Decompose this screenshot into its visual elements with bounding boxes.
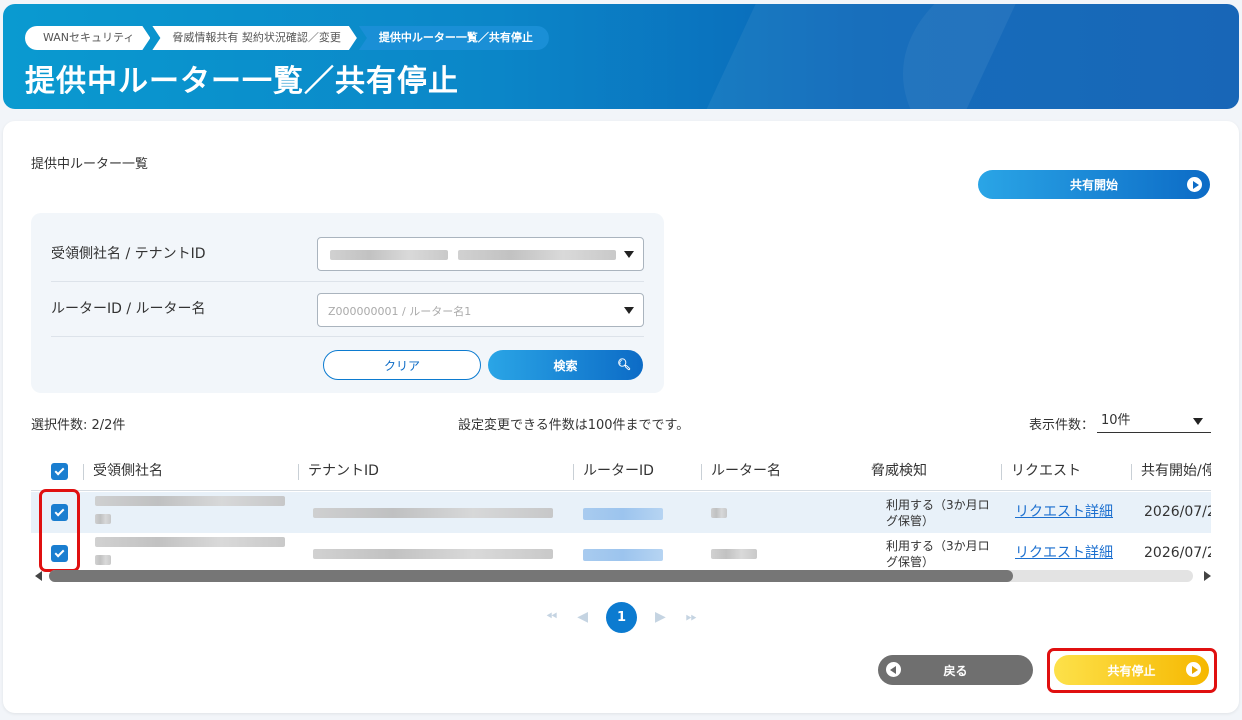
checkbox-highlight <box>39 489 80 572</box>
table-header: 受領側社名 テナントID ルーターID ルーター名 脅威検知 リクエスト 共有開… <box>31 452 1211 491</box>
select-all-checkbox[interactable] <box>51 463 68 480</box>
breadcrumb: WANセキュリティ 脅威情報共有 契約状況確認／変更 提供中ルーター一覧／共有停… <box>25 26 551 50</box>
first-page-icon[interactable]: ⏪︎ <box>546 609 557 625</box>
col-tenant-id[interactable]: テナントID <box>298 452 573 491</box>
redacted-value <box>330 250 448 260</box>
breadcrumb-item-wan-security[interactable]: WANセキュリティ <box>25 26 150 50</box>
table-row[interactable]: 利用する（3か月ログ保管） リクエスト詳細 2026/07/28 <box>31 492 1211 533</box>
share-stop-highlight <box>1047 648 1217 693</box>
scroll-right-icon[interactable] <box>1204 571 1211 581</box>
filter-row-tenant: 受領側社名 / テナントID <box>51 227 644 282</box>
arrow-left-icon <box>886 662 901 677</box>
main-card: 提供中ルーター一覧 共有開始 受領側社名 / テナントID ルーターID / ル… <box>3 121 1239 713</box>
redacted-tenant-id <box>313 508 553 518</box>
col-router-id[interactable]: ルーターID <box>573 452 701 491</box>
col-router-name[interactable]: ルーター名 <box>701 452 861 491</box>
redacted-value <box>458 250 616 260</box>
limit-notice: 設定変更できる件数は100件までです。 <box>458 418 690 433</box>
redacted-company <box>95 537 285 547</box>
col-share-date[interactable]: 共有開始/停 <box>1131 452 1211 491</box>
section-title: 提供中ルーター一覧 <box>31 157 149 172</box>
tenant-select[interactable] <box>317 237 644 271</box>
tenant-filter-label: 受領側社名 / テナントID <box>51 246 206 262</box>
col-request[interactable]: リクエスト <box>1001 452 1131 491</box>
per-page-select[interactable]: 10件 <box>1097 409 1211 433</box>
scroll-left-icon[interactable] <box>35 571 42 581</box>
table-row[interactable]: 利用する（3か月ログ保管） リクエスト詳細 2026/07/29 <box>31 533 1211 572</box>
breadcrumb-item-contract[interactable]: 脅威情報共有 契約状況確認／変更 <box>152 26 357 50</box>
chevron-down-icon <box>624 307 634 314</box>
request-detail-link[interactable]: リクエスト詳細 <box>1015 492 1113 533</box>
horizontal-scrollbar[interactable] <box>35 569 1211 584</box>
redacted-tenant-id <box>313 549 553 559</box>
chevron-down-icon <box>624 251 634 258</box>
router-select-placeholder: Z000000001 / ルーター名1 <box>328 305 472 318</box>
next-page-icon[interactable]: ▶ <box>655 609 666 625</box>
share-date: 2026/07/28 <box>1144 504 1211 520</box>
redacted-company <box>95 514 111 524</box>
col-threat-detection[interactable]: 脅威検知 <box>861 452 1001 491</box>
back-button[interactable]: 戻る <box>878 655 1033 685</box>
search-button[interactable]: 検索 🔍︎ <box>488 350 643 380</box>
router-table: 受領側社名 テナントID ルーターID ルーター名 脅威検知 リクエスト 共有開… <box>31 452 1211 572</box>
filter-panel: 受領側社名 / テナントID ルーターID / ルーター名 Z000000001… <box>31 213 664 393</box>
filter-row-router: ルーターID / ルーター名 Z000000001 / ルーター名1 <box>51 282 644 337</box>
share-start-label: 共有開始 <box>1069 178 1118 192</box>
request-detail-link[interactable]: リクエスト詳細 <box>1015 533 1113 572</box>
back-label: 戻る <box>943 663 968 678</box>
col-company[interactable]: 受領側社名 <box>83 452 288 491</box>
redacted-router-name <box>711 549 757 559</box>
search-label: 検索 <box>553 358 578 373</box>
router-select[interactable]: Z000000001 / ルーター名1 <box>317 293 644 327</box>
share-start-button[interactable]: 共有開始 <box>978 170 1210 199</box>
pagination: ⏪︎ ◀ 1 ▶ ⏩︎ <box>536 601 707 633</box>
breadcrumb-item-current: 提供中ルーター一覧／共有停止 <box>358 26 549 50</box>
page-title: 提供中ルーター一覧／共有停止 <box>25 64 459 99</box>
per-page-label: 表示件数： <box>1029 418 1095 433</box>
redacted-router-id[interactable] <box>583 549 663 561</box>
router-filter-label: ルーターID / ルーター名 <box>51 301 206 317</box>
threat-detection-value: 利用する（3か月ログ保管） <box>886 539 990 569</box>
arrow-right-icon <box>1187 177 1202 192</box>
header-decoration <box>903 4 1239 109</box>
last-page-icon[interactable]: ⏩︎ <box>686 609 697 625</box>
redacted-router-id[interactable] <box>583 508 663 520</box>
redacted-company <box>95 555 111 565</box>
redacted-router-name <box>711 508 727 518</box>
clear-button[interactable]: クリア <box>323 350 481 380</box>
clear-label: クリア <box>383 358 420 373</box>
chevron-down-icon <box>1193 418 1203 425</box>
search-icon: 🔍︎ <box>617 358 631 371</box>
page-number-current[interactable]: 1 <box>605 601 637 633</box>
threat-detection-value: 利用する（3か月ログ保管） <box>886 498 990 528</box>
prev-page-icon[interactable]: ◀ <box>577 609 588 625</box>
page-header: WANセキュリティ 脅威情報共有 契約状況確認／変更 提供中ルーター一覧／共有停… <box>3 4 1239 109</box>
share-date: 2026/07/29 <box>1144 545 1211 561</box>
selection-count: 選択件数: 2/2件 <box>31 418 126 433</box>
per-page-value: 10件 <box>1101 413 1131 428</box>
redacted-company <box>95 496 285 506</box>
scroll-thumb[interactable] <box>49 570 1013 582</box>
